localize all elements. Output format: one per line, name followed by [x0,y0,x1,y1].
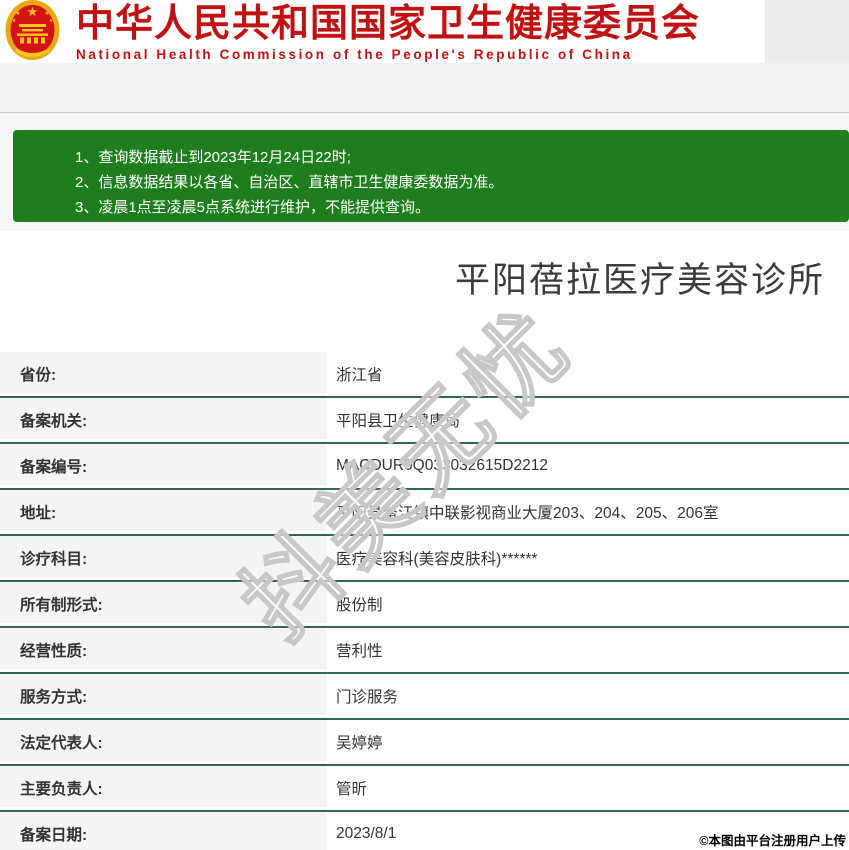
site-header-banner: ★ ★ ★ ★ ★ 中华人民共和国国家卫生健康委员会 National Heal… [0,0,765,63]
site-title-chinese: 中华人民共和国国家卫生健康委员会 [76,3,701,45]
svg-text:★: ★ [44,10,49,17]
prc-national-emblem-icon: ★ ★ ★ ★ ★ [5,0,60,60]
field-value: 门诊服务 [327,674,849,718]
svg-text:★: ★ [15,10,20,17]
main-content: 平阳蓓拉医疗美容诊所 省份: 浙江省 备案机关: 平阳县卫生健康局 备案编号: … [0,231,849,850]
notice-line-2: 2、信息数据结果以各省、自治区、直辖市卫生健康委数据为准。 [75,174,504,191]
table-row: 备案机关: 平阳县卫生健康局 [0,398,849,444]
table-row: 服务方式: 门诊服务 [0,674,849,720]
field-label: 地址: [0,490,327,534]
field-label: 经营性质: [0,628,327,672]
institution-name-title: 平阳蓓拉医疗美容诊所 [455,261,826,300]
notice-line-3: 3、凌晨1点至凌晨5点系统进行维护，不能提供查询。 [75,199,431,216]
field-label: 备案机关: [0,398,327,442]
svg-text:★: ★ [12,18,17,24]
field-label: 所有制形式: [0,582,327,626]
notice-band: 1、查询数据截止到2023年12月24日22时; 2、信息数据结果以各省、自治区… [0,113,849,231]
notice-line-1: 1、查询数据截止到2023年12月24日22时; [75,149,351,166]
table-row: 经营性质: 营利性 [0,628,849,674]
site-title-english: National Health Commission of the People… [76,47,633,62]
field-label: 诊疗科目: [0,536,327,580]
table-row: 法定代表人: 吴婷婷 [0,720,849,766]
field-value: 平阳县鳌江镇中联影视商业大厦203、204、205、206室 [327,490,849,534]
field-value: 医疗美容科(美容皮肤科)****** [327,536,849,580]
table-row: 诊疗科目: 医疗美容科(美容皮肤科)****** [0,536,849,582]
field-value: 浙江省 [327,352,849,396]
field-label: 备案日期: [0,812,327,850]
table-row: 主要负责人: 管昕 [0,766,849,812]
field-label: 备案编号: [0,444,327,488]
page: ★ ★ ★ ★ ★ 中华人民共和国国家卫生健康委员会 National Heal… [0,0,849,850]
header-titles: 中华人民共和国国家卫生健康委员会 National Health Commiss… [76,2,756,62]
field-value: 平阳县卫生健康局 [327,398,849,442]
header-sub-band [0,63,849,113]
record-table: 省份: 浙江省 备案机关: 平阳县卫生健康局 备案编号: MACDUR0Q033… [0,352,849,850]
site-header: ★ ★ ★ ★ ★ 中华人民共和国国家卫生健康委员会 National Heal… [0,0,849,63]
field-label: 服务方式: [0,674,327,718]
field-value: 股份制 [327,582,849,626]
table-row: 备案编号: MACDUR0Q033032615D2212 [0,444,849,490]
table-row: 地址: 平阳县鳌江镇中联影视商业大厦203、204、205、206室 [0,490,849,536]
field-label: 主要负责人: [0,766,327,810]
field-label: 法定代表人: [0,720,327,764]
field-value: MACDUR0Q033032615D2212 [327,444,849,488]
table-row: 所有制形式: 股份制 [0,582,849,628]
table-row: 省份: 浙江省 [0,352,849,398]
notice-box: 1、查询数据截止到2023年12月24日22时; 2、信息数据结果以各省、自治区… [13,130,849,222]
field-value: 营利性 [327,628,849,672]
svg-text:★: ★ [27,4,39,19]
field-value: 管昕 [327,766,849,810]
upload-copyright-note: ©本图由平台注册用户上传 [699,834,846,848]
svg-text:★: ★ [49,18,54,24]
field-label: 省份: [0,352,327,396]
field-value: 吴婷婷 [327,720,849,764]
